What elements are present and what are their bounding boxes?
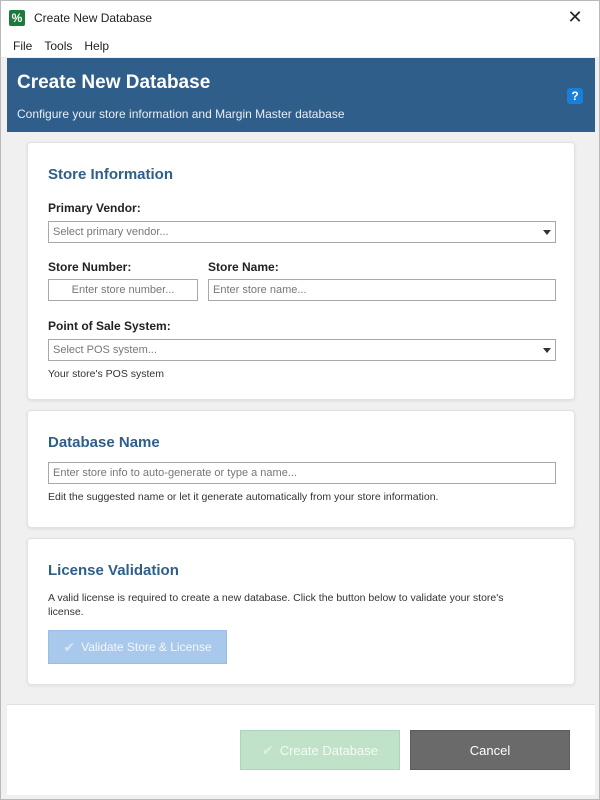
store-information-title: Store Information [48, 166, 174, 183]
database-name-title: Database Name [48, 434, 160, 451]
pos-system-dropdown[interactable]: Select POS system... [48, 339, 556, 361]
store-name-input[interactable]: Enter store name... [208, 279, 556, 301]
primary-vendor-placeholder: Select primary vendor... [53, 226, 169, 238]
chevron-down-icon [543, 348, 551, 353]
page-subtitle: Configure your store information and Mar… [17, 107, 345, 121]
primary-vendor-dropdown[interactable]: Select primary vendor... [48, 221, 556, 243]
create-database-button[interactable]: ✔ Create Database [240, 730, 400, 770]
store-number-placeholder: Enter store number... [71, 284, 175, 296]
database-name-help: Edit the suggested name or let it genera… [48, 491, 439, 503]
dialog-footer: ✔ Create Database Cancel [7, 705, 595, 795]
validate-license-button[interactable]: ✔ Validate Store & License [48, 630, 227, 664]
validate-license-label: Validate Store & License [81, 640, 212, 654]
check-icon: ✔ [63, 638, 76, 655]
page-title: Create New Database [17, 72, 211, 93]
menu-file[interactable]: File [7, 35, 38, 57]
create-database-label: Create Database [279, 742, 378, 758]
database-name-input[interactable]: Enter store info to auto-generate or typ… [48, 462, 556, 484]
close-icon[interactable]: ✕ [565, 7, 585, 27]
store-number-label: Store Number: [48, 260, 132, 274]
menu-bar: File Tools Help [1, 35, 599, 57]
database-name-placeholder: Enter store info to auto-generate or typ… [53, 467, 297, 479]
license-validation-card: License Validation A valid license is re… [27, 538, 575, 685]
cancel-label: Cancel [469, 742, 511, 758]
app-percent-icon: % [9, 10, 25, 26]
pos-system-help: Your store's POS system [48, 368, 164, 380]
help-icon[interactable]: ? [567, 88, 583, 104]
pos-system-label: Point of Sale System: [48, 319, 171, 333]
window-title: Create New Database [34, 11, 153, 25]
store-name-placeholder: Enter store name... [213, 284, 307, 296]
check-icon: ✔ [261, 741, 274, 758]
title-bar: % Create New Database ✕ [1, 1, 599, 35]
pos-system-placeholder: Select POS system... [53, 344, 157, 356]
database-name-card: Database Name Enter store info to auto-g… [27, 410, 575, 528]
store-name-label: Store Name: [208, 260, 279, 274]
chevron-down-icon [543, 230, 551, 235]
menu-help[interactable]: Help [78, 35, 115, 57]
store-number-input[interactable]: Enter store number... [48, 279, 198, 301]
page-header: Create New Database Configure your store… [7, 58, 595, 132]
license-description: A valid license is required to create a … [48, 592, 504, 618]
primary-vendor-label: Primary Vendor: [48, 201, 141, 215]
license-validation-title: License Validation [48, 562, 179, 579]
store-information-card: Store Information Primary Vendor: Select… [27, 142, 575, 400]
menu-tools[interactable]: Tools [38, 35, 78, 57]
dialog-window: % Create New Database ✕ File Tools Help … [0, 0, 600, 800]
cancel-button[interactable]: Cancel [410, 730, 570, 770]
